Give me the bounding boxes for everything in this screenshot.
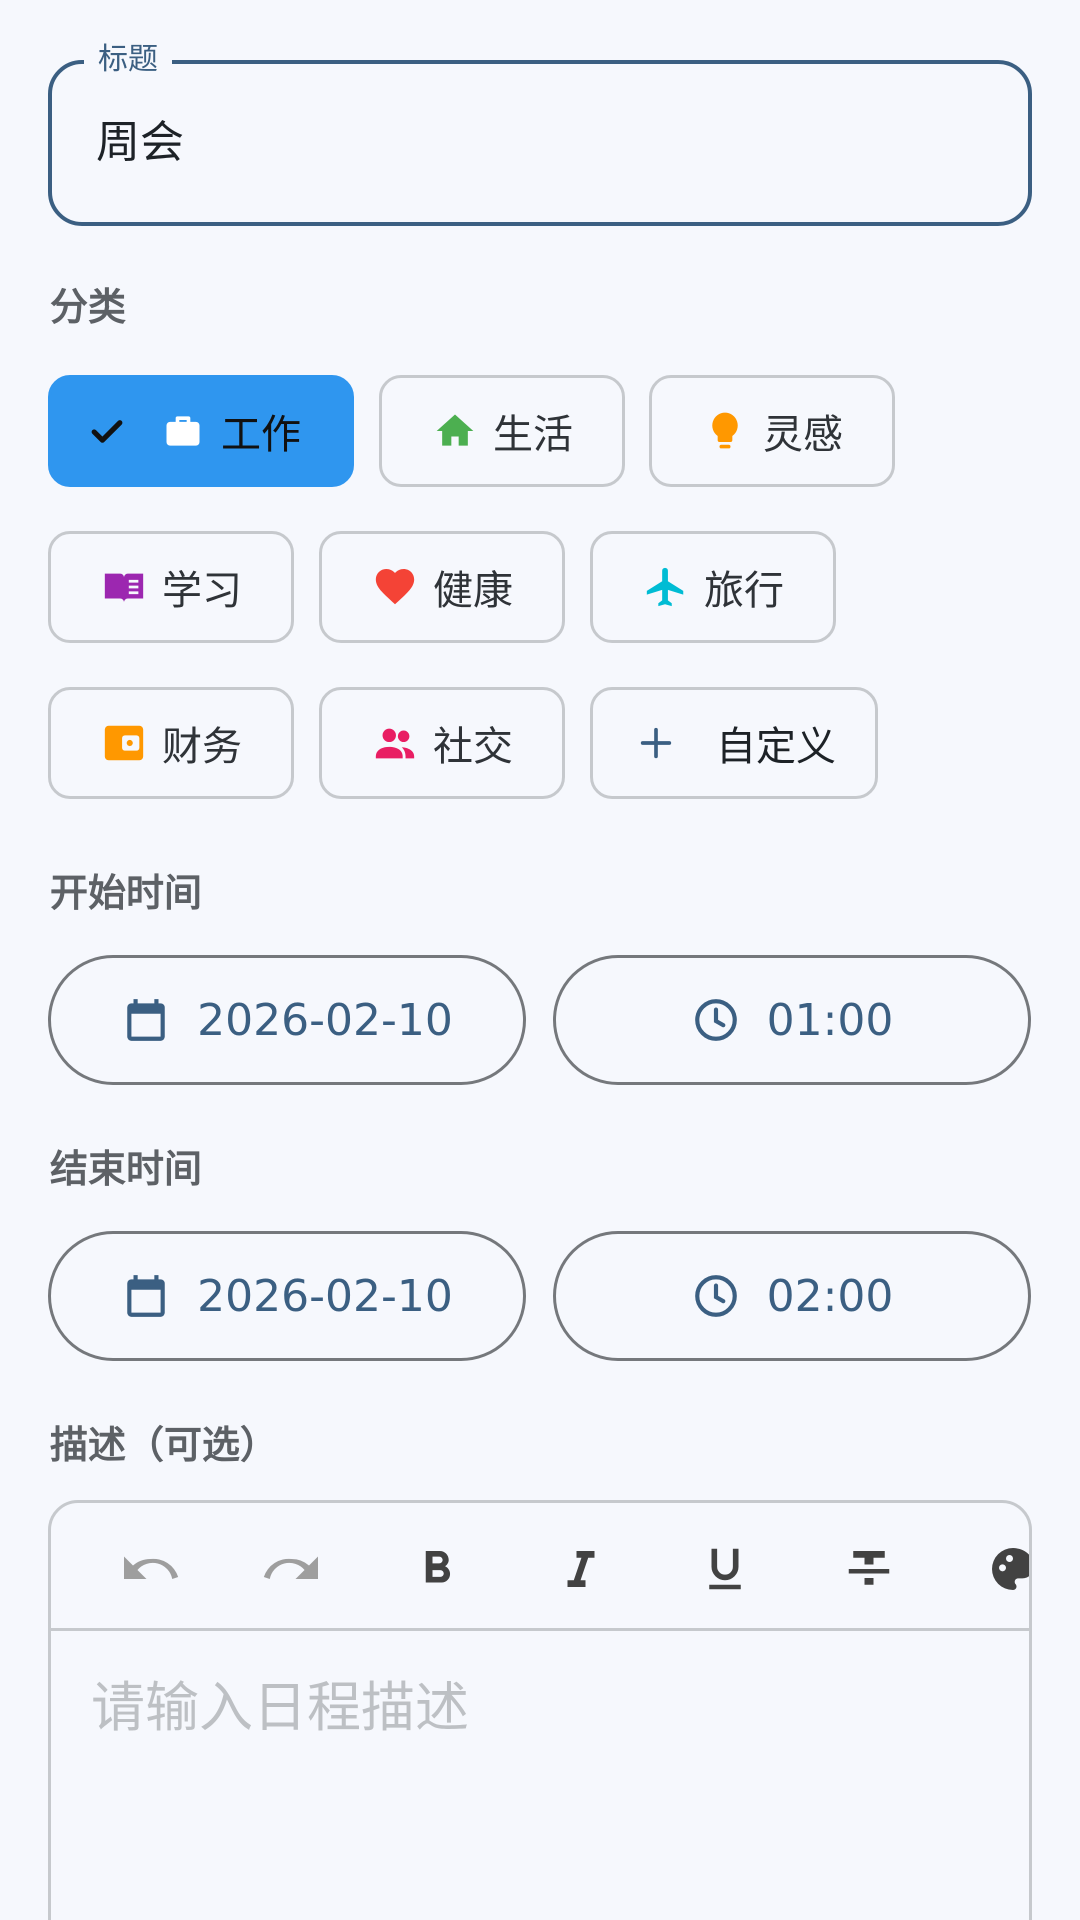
chip-study[interactable]: 学习 [48, 531, 294, 643]
bold-icon[interactable] [405, 1537, 469, 1601]
chip-label: 灵感 [763, 412, 843, 458]
calendar-icon [121, 1271, 171, 1321]
chip-label: 生活 [493, 412, 573, 458]
end-time-label: 结束时间 [50, 1147, 203, 1191]
title-field[interactable] [48, 60, 1032, 226]
redo-icon[interactable] [261, 1537, 325, 1601]
start-date-value: 2026-02-10 [197, 994, 453, 1046]
title-field-label: 标题 [84, 40, 172, 80]
heart-icon [371, 563, 419, 611]
description-input[interactable]: 请输入日程描述 [91, 1673, 469, 1743]
description-editor[interactable]: 请输入日程描述 [48, 1500, 1032, 1920]
editor-toolbar [51, 1503, 1029, 1631]
calendar-icon [121, 995, 171, 1045]
chip-label: 社交 [433, 724, 513, 770]
chip-inspiration[interactable]: 灵感 [649, 375, 895, 487]
chip-label: 工作 [221, 412, 301, 458]
start-time-label: 开始时间 [50, 871, 203, 915]
start-time-value: 01:00 [766, 994, 894, 1046]
chip-label: 健康 [433, 568, 513, 614]
check-icon [85, 409, 129, 453]
end-date-button[interactable]: 2026-02-10 [48, 1231, 526, 1361]
plus-icon [632, 719, 680, 767]
people-icon [371, 719, 419, 767]
chip-custom[interactable]: 自定义 [590, 687, 878, 799]
chip-health[interactable]: 健康 [319, 531, 565, 643]
description-label: 描述（可选） [50, 1423, 279, 1467]
home-icon [431, 407, 479, 455]
end-time-button[interactable]: 02:00 [553, 1231, 1031, 1361]
category-label: 分类 [50, 285, 127, 329]
airplane-icon [642, 563, 690, 611]
chip-label: 财务 [162, 724, 242, 770]
undo-icon[interactable] [117, 1537, 181, 1601]
end-time-value: 02:00 [766, 1270, 894, 1322]
color-palette-icon[interactable] [981, 1537, 1029, 1601]
chip-label: 自定义 [716, 724, 836, 770]
end-date-value: 2026-02-10 [197, 1270, 453, 1322]
book-icon [100, 563, 148, 611]
strikethrough-icon[interactable] [837, 1537, 901, 1601]
chip-life[interactable]: 生活 [379, 375, 625, 487]
wallet-icon [100, 719, 148, 767]
start-time-button[interactable]: 01:00 [553, 955, 1031, 1085]
start-date-button[interactable]: 2026-02-10 [48, 955, 526, 1085]
briefcase-icon [159, 407, 207, 455]
title-input-value[interactable]: 周会 [96, 114, 184, 172]
lightbulb-icon [701, 407, 749, 455]
clock-icon [691, 1271, 741, 1321]
underline-icon[interactable] [693, 1537, 757, 1601]
italic-icon[interactable] [549, 1537, 613, 1601]
clock-icon [691, 995, 741, 1045]
chip-work[interactable]: 工作 [48, 375, 354, 487]
chip-label: 学习 [162, 568, 242, 614]
chip-label: 旅行 [704, 568, 784, 614]
chip-finance[interactable]: 财务 [48, 687, 294, 799]
chip-travel[interactable]: 旅行 [590, 531, 836, 643]
chip-social[interactable]: 社交 [319, 687, 565, 799]
